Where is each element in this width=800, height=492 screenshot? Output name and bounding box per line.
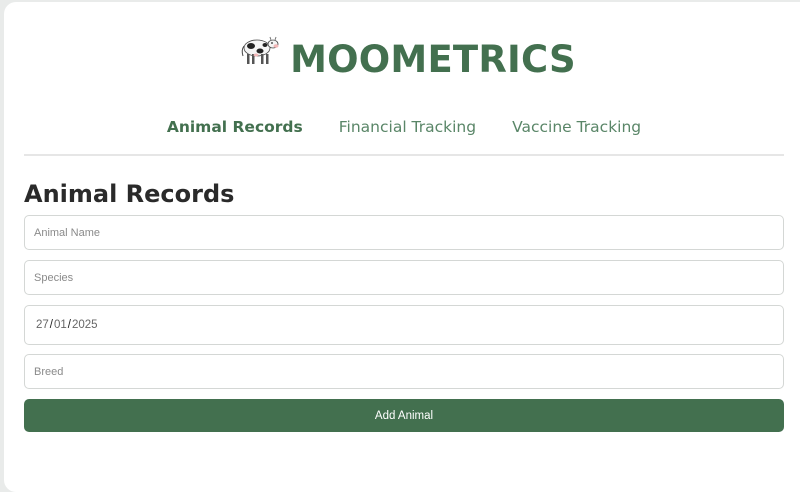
cow-icon — [240, 34, 280, 77]
add-animal-button[interactable]: Add Animal — [24, 399, 784, 432]
app-title: MOOMETRICS — [4, 34, 800, 81]
date-year[interactable]: 2025 — [72, 319, 98, 331]
date-month[interactable]: 01 — [54, 319, 67, 331]
tab-vaccine-tracking[interactable]: Vaccine Tracking — [512, 118, 641, 136]
date-input[interactable]: 27/01/2025 — [24, 305, 784, 345]
tab-animal-records[interactable]: Animal Records — [167, 118, 303, 136]
section-title: Animal Records — [24, 180, 235, 208]
app-card: MOOMETRICS Animal Records Financial Trac… — [4, 2, 800, 492]
date-day[interactable]: 27 — [36, 319, 49, 331]
breed-input[interactable] — [24, 354, 784, 389]
app-title-text: MOOMETRICS — [290, 38, 576, 81]
animal-name-input[interactable] — [24, 215, 784, 250]
tab-financial-tracking[interactable]: Financial Tracking — [339, 118, 476, 136]
species-input[interactable] — [24, 260, 784, 295]
tab-bar: Animal Records Financial Tracking Vaccin… — [24, 118, 784, 156]
